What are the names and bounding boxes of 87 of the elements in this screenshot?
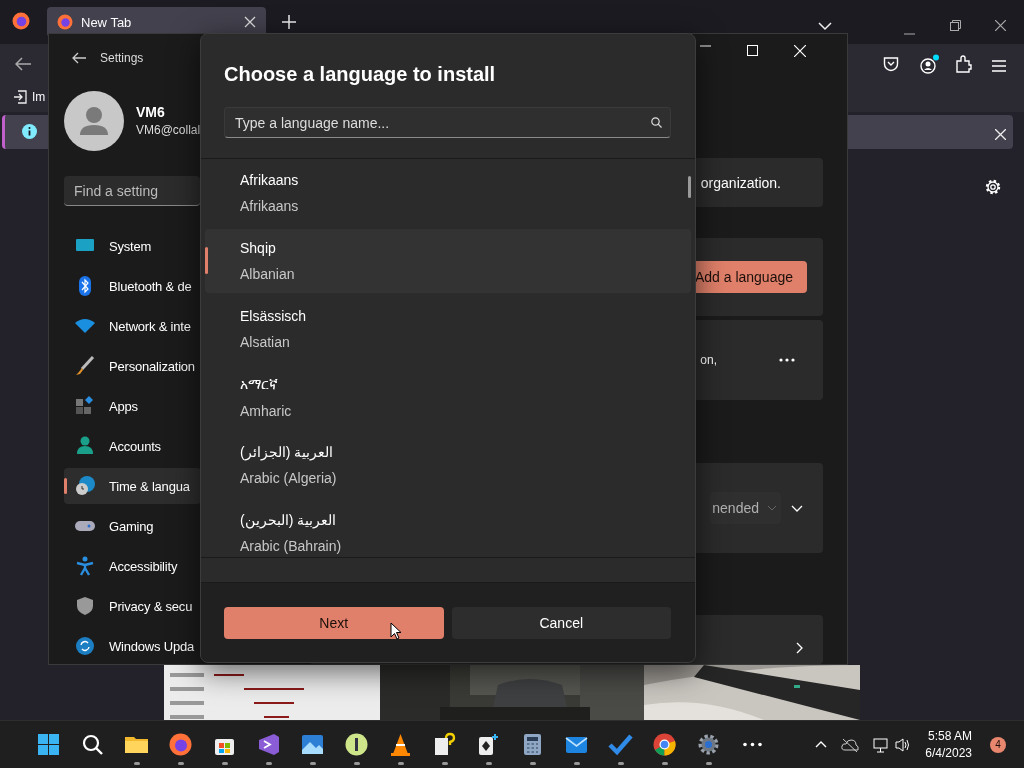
plus-icon[interactable] [282, 15, 296, 29]
nav-item[interactable]: Apps [64, 388, 201, 424]
nav-item[interactable]: System [64, 228, 201, 264]
nav-item[interactable]: Accessibility [64, 548, 201, 584]
start-icon[interactable] [36, 732, 61, 757]
user-name: VM6 [136, 104, 166, 121]
back-arrow-icon[interactable] [15, 57, 31, 71]
more-icon[interactable] [779, 357, 795, 362]
chrome-icon[interactable] [652, 732, 677, 757]
close-icon[interactable] [995, 20, 1006, 31]
nav-item[interactable]: Personalization [64, 348, 201, 384]
apps-icon [75, 396, 95, 416]
help-icon[interactable] [432, 732, 457, 757]
language-name: Afrikaans [240, 172, 299, 188]
next-button[interactable]: Next [224, 607, 444, 639]
search-icon [651, 117, 662, 128]
language-english-name: Arabic (Algeria) [240, 470, 337, 486]
cursor-icon [390, 622, 402, 640]
window-title: Settings [100, 50, 144, 65]
firefox-icon [57, 14, 73, 30]
clock-globe-icon [75, 476, 95, 496]
scrollbar-thumb[interactable] [688, 176, 691, 198]
photos-icon[interactable] [300, 732, 325, 757]
nav-item[interactable]: Gaming [64, 508, 201, 544]
person-icon [75, 436, 95, 456]
update-icon [75, 636, 95, 656]
info-icon [22, 124, 37, 139]
volume-icon[interactable] [895, 736, 912, 753]
bookmark-link[interactable]: Im [32, 90, 46, 104]
chevron-up-icon[interactable] [815, 741, 828, 748]
wifi-icon [75, 316, 95, 336]
cancel-button[interactable]: Cancel [451, 607, 671, 639]
language-name: Elsässisch [240, 308, 307, 324]
card-text: organization. [700, 174, 781, 191]
accessibility-icon [75, 556, 95, 576]
clock[interactable]: 5:58 AM 6/4/2023 [925, 729, 972, 760]
language-name: العربية (الجزائر) [240, 444, 334, 460]
firefox-icon [12, 12, 30, 30]
search-field[interactable]: Type a language name... [224, 107, 671, 138]
language-item[interactable]: Afrikaans Afrikaans [205, 161, 691, 225]
settings-icon[interactable] [984, 178, 1002, 196]
gear-icon[interactable] [696, 732, 721, 757]
language-name: العربية (البحرين) [240, 512, 337, 528]
cloud-off-icon[interactable] [841, 737, 860, 752]
nav-item[interactable]: Windows Upda [64, 628, 201, 664]
maximize-icon[interactable] [747, 45, 758, 56]
nav-item[interactable]: Bluetooth & de [64, 268, 201, 304]
puzzle-icon[interactable] [956, 55, 972, 73]
dialog-title: Choose a language to install [224, 62, 497, 87]
back-arrow-icon[interactable] [72, 51, 86, 64]
language-item[interactable]: Shqip Albanian [205, 229, 691, 293]
chevron-down-icon [767, 505, 777, 512]
nav-item[interactable]: Accounts [64, 428, 201, 464]
user-email: VM6@collal [136, 123, 201, 138]
chevron-right-icon[interactable] [796, 642, 803, 654]
firefox-icon[interactable] [168, 732, 193, 757]
notification-badge[interactable]: 4 [990, 736, 1006, 753]
account-icon[interactable] [920, 54, 940, 74]
nav-item[interactable]: Network & inte [64, 308, 201, 344]
search-icon[interactable] [80, 732, 105, 757]
language-item[interactable]: አማርኛ Amharic [205, 365, 691, 429]
pocket-icon[interactable] [883, 56, 899, 72]
chevron-down-icon[interactable] [818, 22, 832, 31]
shield-icon [75, 596, 95, 616]
language-english-name: Afrikaans [240, 198, 299, 214]
language-item[interactable]: Elsässisch Alsatian [205, 297, 691, 361]
menu-icon[interactable] [992, 60, 1006, 72]
cone-icon[interactable] [388, 732, 413, 757]
language-english-name: Arabic (Bahrain) [240, 538, 342, 554]
code-editor-icon[interactable] [256, 732, 281, 757]
dropdown[interactable]: nended [710, 492, 781, 525]
language-english-name: Alsatian [240, 334, 290, 350]
brush-icon [75, 356, 95, 376]
nav-item[interactable]: Privacy & secu [64, 588, 201, 624]
network-icon[interactable] [873, 736, 890, 753]
language-english-name: Albanian [240, 266, 295, 282]
language-name: አማርኛ [240, 375, 278, 393]
language-name: Shqip [240, 240, 276, 256]
search-field[interactable]: Find a setting [64, 176, 200, 206]
checkmark-icon[interactable] [608, 732, 633, 757]
avatar-icon [64, 90, 124, 151]
cards-icon[interactable] [476, 732, 501, 757]
import-icon [13, 90, 27, 104]
card-text: on, [700, 352, 717, 367]
language-english-name: Amharic [240, 402, 292, 419]
nav-item[interactable]: Time & langua [64, 468, 201, 504]
restore-icon[interactable] [950, 20, 961, 31]
